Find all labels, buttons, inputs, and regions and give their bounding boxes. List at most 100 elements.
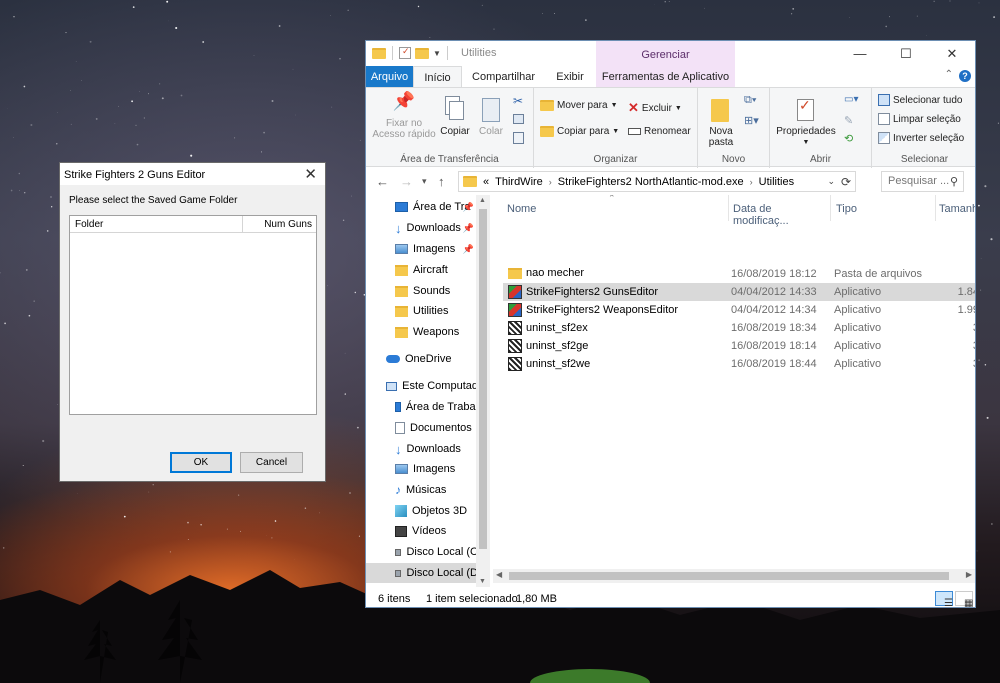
chevron-right-icon[interactable]: › [549, 177, 552, 187]
pin-quick-access-button[interactable]: 📌 Fixar no Acesso rápido [370, 92, 438, 140]
pin-icon: 📌 [462, 222, 474, 233]
breadcrumb-overflow[interactable]: « [483, 176, 489, 188]
new-folder-qat-icon[interactable] [415, 47, 429, 59]
rename-button[interactable]: Renomear [628, 126, 691, 137]
ok-button[interactable]: OK [170, 452, 232, 473]
chevron-right-icon[interactable]: › [750, 177, 753, 187]
nav-item-disco-local-d[interactable]: Disco Local (D [366, 563, 478, 583]
copy-button[interactable]: Copiar [438, 96, 472, 137]
nav-item-utilities[interactable]: Utilities [366, 301, 478, 321]
qat-dropdown-icon[interactable]: ▼ [433, 49, 441, 58]
scroll-down-icon[interactable]: ▼ [479, 578, 486, 585]
saved-game-folder-list[interactable]: Folder Num Guns [69, 215, 317, 415]
new-item-icon[interactable]: ⧉▾ [744, 94, 756, 107]
nav-item-onedrive[interactable]: OneDrive [366, 349, 478, 369]
up-arrow-icon[interactable]: ↑ [438, 174, 445, 189]
clear-selection-button[interactable]: Limpar seleção [878, 113, 961, 125]
address-bar[interactable]: « ThirdWire › StrikeFighters2 NorthAtlan… [458, 171, 856, 192]
cut-icon[interactable]: ✂ [513, 94, 523, 108]
column-size[interactable]: Tamanh [939, 195, 975, 221]
nav-item-downloads[interactable]: ↓ Downloads [366, 439, 478, 459]
refresh-icon[interactable]: ⟳ [841, 175, 851, 189]
nav-item-documentos[interactable]: Documentos [366, 418, 478, 438]
close-button[interactable]: ✕ [929, 41, 975, 66]
breadcrumb-utilities[interactable]: Utilities [759, 176, 794, 188]
file-row[interactable]: StrikeFighters2 WeaponsEditor 04/04/2012 … [503, 301, 975, 319]
file-row[interactable]: StrikeFighters2 GunsEditor 04/04/2012 14:… [503, 283, 975, 301]
history-icon[interactable]: ⟲ [844, 132, 853, 145]
nav-item-sounds[interactable]: Sounds [366, 281, 478, 301]
properties-button[interactable]: ✓ Propriedades ▼ [774, 96, 838, 148]
properties-qat-icon[interactable]: ✓ [399, 46, 411, 59]
search-icon[interactable]: ⚲ [950, 175, 958, 188]
column-folder[interactable]: Folder [70, 216, 243, 233]
move-to-button[interactable]: Mover para ▼ [540, 100, 618, 111]
column-num-guns[interactable]: Num Guns [243, 216, 316, 233]
paste-shortcut-icon[interactable] [513, 132, 524, 144]
edit-icon[interactable]: ✎ [844, 114, 853, 127]
scroll-up-icon[interactable]: ▲ [479, 197, 486, 204]
tab-exibir[interactable]: Exibir [548, 66, 592, 87]
nav-item-weapons[interactable]: Weapons [366, 322, 478, 342]
file-row[interactable]: uninst_sf2ex 16/08/2019 18:34 Aplicativo 3 [503, 319, 975, 337]
nav-item-aircraft[interactable]: Aircraft [366, 260, 478, 280]
address-row: ← → ▾ ↑ « ThirdWire › StrikeFighters2 No… [366, 168, 975, 195]
search-placeholder: Pesquisar ... [888, 175, 950, 187]
nav-item--rea-de-tra[interactable]: Área de Tra 📌 [366, 197, 478, 217]
large-icons-view-button[interactable]: ▦ [955, 591, 973, 607]
file-row[interactable]: uninst_sf2ge 16/08/2019 18:14 Aplicativo 3 [503, 337, 975, 355]
open-icon[interactable]: ▭▾ [844, 94, 858, 105]
paste-button[interactable]: Colar [474, 96, 508, 137]
column-type[interactable]: Tipo [836, 195, 936, 221]
drive-icon [395, 548, 402, 556]
cancel-button[interactable]: Cancel [240, 452, 303, 473]
search-input[interactable]: Pesquisar ... ⚲ [881, 171, 964, 192]
copy-to-button[interactable]: Copiar para ▼ [540, 126, 619, 137]
dialog-close-icon[interactable]: ✕ [304, 165, 317, 183]
horizontal-scrollbar[interactable]: ◀ ▶ [493, 569, 975, 583]
forward-arrow-icon[interactable]: → [400, 174, 413, 189]
breadcrumb-thirdwire[interactable]: ThirdWire [495, 176, 543, 188]
easy-access-icon[interactable]: ⊞▾ [744, 114, 759, 127]
nav-item-objetos-3d[interactable]: Objetos 3D [366, 501, 478, 521]
ribbon-collapse-icon[interactable]: ⌃ [945, 69, 953, 80]
scroll-right-icon[interactable]: ▶ [966, 570, 972, 579]
video-icon [395, 525, 407, 537]
nav-item-disco-local-c[interactable]: Disco Local (C [366, 542, 478, 562]
nav-item-imagens[interactable]: Imagens [366, 459, 478, 479]
help-icon[interactable]: ? [959, 70, 971, 82]
address-dropdown-icon[interactable]: ⌄ [827, 176, 835, 187]
maximize-button[interactable]: ☐ [883, 41, 929, 66]
file-row[interactable]: nao mecher 16/08/2019 18:12 Pasta de arqui… [503, 265, 975, 283]
nav-item-este-computad[interactable]: Este Computad [366, 376, 478, 396]
scroll-left-icon[interactable]: ◀ [496, 570, 502, 579]
tab-arquivo[interactable]: Arquivo [366, 66, 413, 87]
minimize-button[interactable]: — [837, 41, 883, 66]
nav-item-imagens[interactable]: Imagens 📌 [366, 239, 478, 259]
select-all-button[interactable]: Selecionar tudo [878, 94, 963, 106]
nav-item-m-sicas[interactable]: ♪ Músicas [366, 480, 478, 500]
nav-item-downloads[interactable]: ↓ Downloads 📌 [366, 218, 478, 238]
recent-locations-icon[interactable]: ▾ [422, 176, 427, 187]
new-folder-button[interactable]: Nova pasta [704, 96, 738, 148]
nav-scrollbar-thumb[interactable] [479, 209, 487, 549]
column-date-modified[interactable]: Data de modificaç... [733, 195, 831, 227]
tab-inicio[interactable]: Início [413, 66, 462, 87]
tab-compartilhar[interactable]: Compartilhar [466, 66, 541, 87]
back-arrow-icon[interactable]: ← [376, 174, 389, 189]
breadcrumb-strikefighters2[interactable]: StrikeFighters2 NorthAtlantic-mod.exe [558, 176, 744, 188]
clipboard-group-label: Área de Transferência [400, 154, 499, 165]
nav-scrollbar[interactable]: ▲ ▼ [476, 195, 490, 587]
tab-ferramentas-de-aplicativo[interactable]: Ferramentas de Aplicativo [596, 66, 735, 87]
file-row[interactable]: uninst_sf2we 16/08/2019 18:44 Aplicativo 3 [503, 355, 975, 373]
horizontal-scrollbar-thumb[interactable] [509, 572, 949, 580]
file-type: Aplicativo [834, 304, 882, 316]
copy-path-icon[interactable] [513, 114, 524, 124]
nav-item--rea-de-trabal[interactable]: Área de Trabal [366, 397, 478, 417]
delete-button[interactable]: ✕ Excluir ▼ [628, 100, 682, 116]
nav-item-v-deos[interactable]: Vídeos [366, 521, 478, 541]
details-view-button[interactable]: ☰ [935, 591, 953, 607]
invert-selection-button[interactable]: Inverter seleção [878, 132, 964, 144]
ribbon: 📌 Fixar no Acesso rápido Copiar Colar ✂ [366, 87, 975, 168]
column-name[interactable]: Nome [507, 195, 729, 221]
